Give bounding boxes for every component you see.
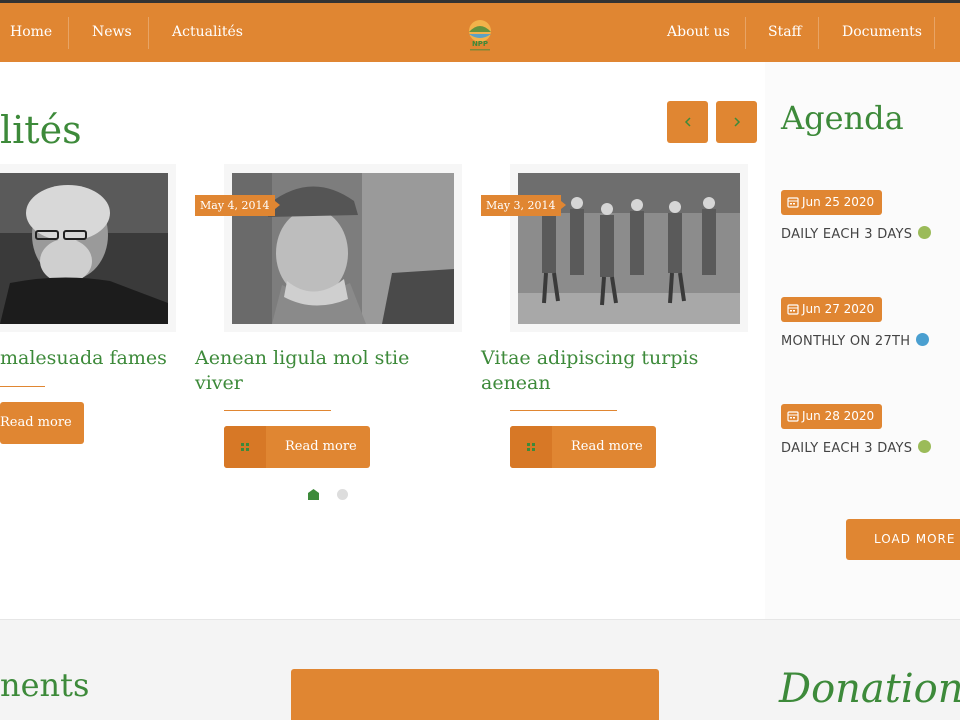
agenda-date-text: Jun 28 2020 bbox=[802, 409, 875, 423]
chevron-right-icon bbox=[733, 117, 740, 127]
agenda-recurrence: MONTHLY ON 27TH bbox=[781, 333, 930, 349]
read-more-label: Read more bbox=[0, 415, 72, 430]
calendar-icon bbox=[787, 304, 799, 315]
read-more-button[interactable]: Read more bbox=[224, 426, 370, 468]
agenda-recurrence-text: MONTHLY ON 27TH bbox=[781, 334, 911, 349]
agenda-date-badge[interactable]: Jun 28 2020 bbox=[781, 404, 883, 429]
status-dot-icon bbox=[918, 440, 932, 453]
news-date-tag: May 4, 2014 bbox=[195, 195, 280, 216]
read-more-button[interactable]: Read more bbox=[510, 426, 656, 468]
nav-divider bbox=[934, 17, 935, 49]
agenda-date-text: Jun 25 2020 bbox=[802, 195, 875, 209]
read-more-icon-box bbox=[224, 426, 266, 468]
load-more-button[interactable]: LOAD MORE bbox=[846, 519, 960, 560]
news-card-image[interactable] bbox=[0, 173, 168, 324]
logo-emblem-icon: NPP bbox=[469, 20, 491, 51]
agenda-recurrence: DAILY EACH 3 DAYS bbox=[781, 440, 932, 456]
title-underline bbox=[0, 386, 45, 387]
nav-documents[interactable]: Documents bbox=[842, 6, 922, 58]
nav-divider bbox=[745, 17, 746, 49]
read-more-label: Read more bbox=[285, 439, 357, 454]
elderly-man-photo bbox=[0, 173, 168, 324]
nav-actualites[interactable]: Actualités bbox=[172, 6, 243, 58]
carousel-prev-button[interactable] bbox=[667, 101, 708, 143]
featured-panel[interactable] bbox=[291, 669, 659, 720]
carousel-next-button[interactable] bbox=[716, 101, 757, 143]
status-dot-icon bbox=[916, 333, 930, 346]
calendar-icon bbox=[787, 411, 799, 422]
documents-section-title: nents bbox=[0, 666, 90, 704]
agenda-date-badge[interactable]: Jun 27 2020 bbox=[781, 297, 883, 322]
logo-text: NPP bbox=[472, 40, 488, 48]
nav-about-us[interactable]: About us bbox=[667, 6, 730, 58]
nav-staff[interactable]: Staff bbox=[768, 6, 802, 58]
agenda-date-badge[interactable]: Jun 25 2020 bbox=[781, 190, 883, 215]
nav-home[interactable]: Home bbox=[10, 6, 52, 58]
read-more-button[interactable]: Read more bbox=[0, 402, 84, 444]
nav-divider bbox=[68, 17, 69, 49]
site-logo[interactable]: NPP bbox=[463, 16, 497, 54]
agenda-recurrence-text: DAILY EACH 3 DAYS bbox=[781, 227, 913, 242]
chevron-left-icon bbox=[684, 117, 691, 127]
status-dot-icon bbox=[918, 226, 932, 239]
agenda-title: Agenda bbox=[781, 99, 904, 137]
nav-divider bbox=[148, 17, 149, 49]
nav-news[interactable]: News bbox=[92, 6, 132, 58]
calendar-icon bbox=[787, 197, 799, 208]
grid-icon bbox=[241, 443, 249, 451]
read-more-icon-box bbox=[510, 426, 552, 468]
pagination-dot[interactable] bbox=[337, 489, 348, 500]
news-card-title[interactable]: Aenean ligula mol stie viver bbox=[195, 346, 455, 396]
agenda-recurrence-text: DAILY EACH 3 DAYS bbox=[781, 441, 913, 456]
news-card-title[interactable]: Vitae adipiscing turpis aenean bbox=[481, 346, 741, 396]
agenda-date-text: Jun 27 2020 bbox=[802, 302, 875, 316]
pagination-dot-active[interactable] bbox=[308, 489, 319, 500]
agenda-recurrence: DAILY EACH 3 DAYS bbox=[781, 226, 932, 242]
read-more-label: Read more bbox=[571, 439, 643, 454]
grid-icon bbox=[527, 443, 535, 451]
top-navigation-bar: Home News Actualités NPP About us Staff … bbox=[0, 0, 960, 62]
news-date-tag: May 3, 2014 bbox=[481, 195, 566, 216]
title-underline bbox=[224, 410, 331, 411]
nav-divider bbox=[818, 17, 819, 49]
news-section-title: lités bbox=[0, 108, 82, 152]
news-panel bbox=[0, 62, 765, 619]
title-underline bbox=[510, 410, 617, 411]
donation-title: Donation bbox=[779, 666, 960, 712]
